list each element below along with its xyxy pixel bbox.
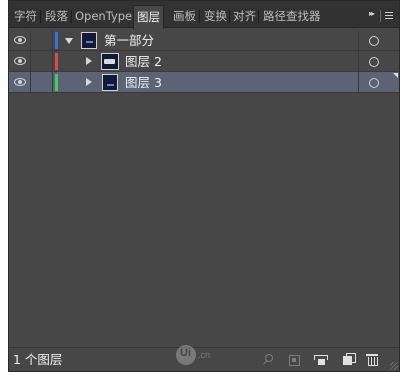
- layer-name[interactable]: 第一部分: [104, 32, 154, 49]
- selection-indicator: [393, 73, 398, 78]
- layer-row[interactable]: 图层 3: [9, 72, 399, 93]
- target-circle-icon[interactable]: [369, 57, 379, 67]
- tab-divider: [40, 10, 41, 23]
- visibility-toggle[interactable]: [9, 72, 31, 93]
- panel-tab-bar: 字符 段落 OpenType 图层 画板 变换 对齐 路径查找器 ▸▸: [9, 1, 399, 29]
- eye-icon: [14, 36, 26, 44]
- new-sublayer-icon[interactable]: [313, 353, 328, 366]
- column-divider: [358, 30, 359, 51]
- disclosure-triangle-icon[interactable]: [86, 78, 92, 86]
- new-layer-icon[interactable]: [341, 353, 356, 366]
- tab-layers[interactable]: 图层: [133, 5, 164, 29]
- layer-color-swatch: [55, 32, 58, 49]
- tab-artboards[interactable]: 画板: [170, 7, 199, 28]
- lock-toggle[interactable]: [31, 30, 53, 51]
- layer-color-swatch: [55, 53, 58, 70]
- watermark-logo: Ui .cn: [176, 344, 226, 366]
- panel-menu-icon[interactable]: [382, 9, 394, 21]
- collapse-panel-icon[interactable]: ▸▸: [369, 9, 375, 18]
- layer-thumbnail: [101, 53, 119, 70]
- column-divider: [358, 51, 359, 72]
- layer-name[interactable]: 图层 3: [125, 74, 162, 91]
- eye-icon: [14, 78, 26, 86]
- clipping-mask-icon[interactable]: [287, 353, 301, 366]
- layer-color-swatch: [55, 74, 58, 91]
- layer-count: 1 个图层: [13, 352, 63, 367]
- eye-icon: [14, 57, 26, 65]
- disclosure-triangle-icon[interactable]: [65, 38, 73, 44]
- visibility-toggle[interactable]: [9, 51, 31, 72]
- lock-toggle[interactable]: [31, 72, 53, 93]
- tab-pathfinder[interactable]: 路径查找器: [260, 7, 324, 28]
- target-circle-icon[interactable]: [369, 78, 379, 88]
- lock-toggle[interactable]: [31, 51, 53, 72]
- locate-object-icon[interactable]: [261, 353, 275, 366]
- layer-name[interactable]: 图层 2: [125, 53, 162, 70]
- tab-divider: [199, 10, 200, 23]
- layer-row[interactable]: 图层 2: [9, 51, 399, 72]
- tab-divider: [258, 10, 259, 23]
- tab-align[interactable]: 对齐: [230, 7, 259, 28]
- disclosure-triangle-icon[interactable]: [86, 57, 92, 65]
- visibility-toggle[interactable]: [9, 30, 31, 51]
- tab-paragraph[interactable]: 段落: [42, 7, 71, 28]
- target-circle-icon[interactable]: [369, 36, 379, 46]
- panel-grip: [380, 10, 381, 22]
- layer-row[interactable]: 第一部分: [9, 30, 399, 51]
- tab-opentype[interactable]: OpenType: [72, 7, 135, 28]
- resize-grip[interactable]: [390, 362, 398, 370]
- delete-icon[interactable]: [365, 353, 379, 366]
- layer-thumbnail: [81, 32, 97, 49]
- tab-character[interactable]: 字符: [11, 7, 40, 28]
- layers-panel: 字符 段落 OpenType 图层 画板 变换 对齐 路径查找器 ▸▸ 第一部分: [8, 0, 400, 372]
- layer-thumbnail: [102, 74, 118, 91]
- tab-transform[interactable]: 变换: [201, 7, 230, 28]
- column-divider: [358, 72, 359, 93]
